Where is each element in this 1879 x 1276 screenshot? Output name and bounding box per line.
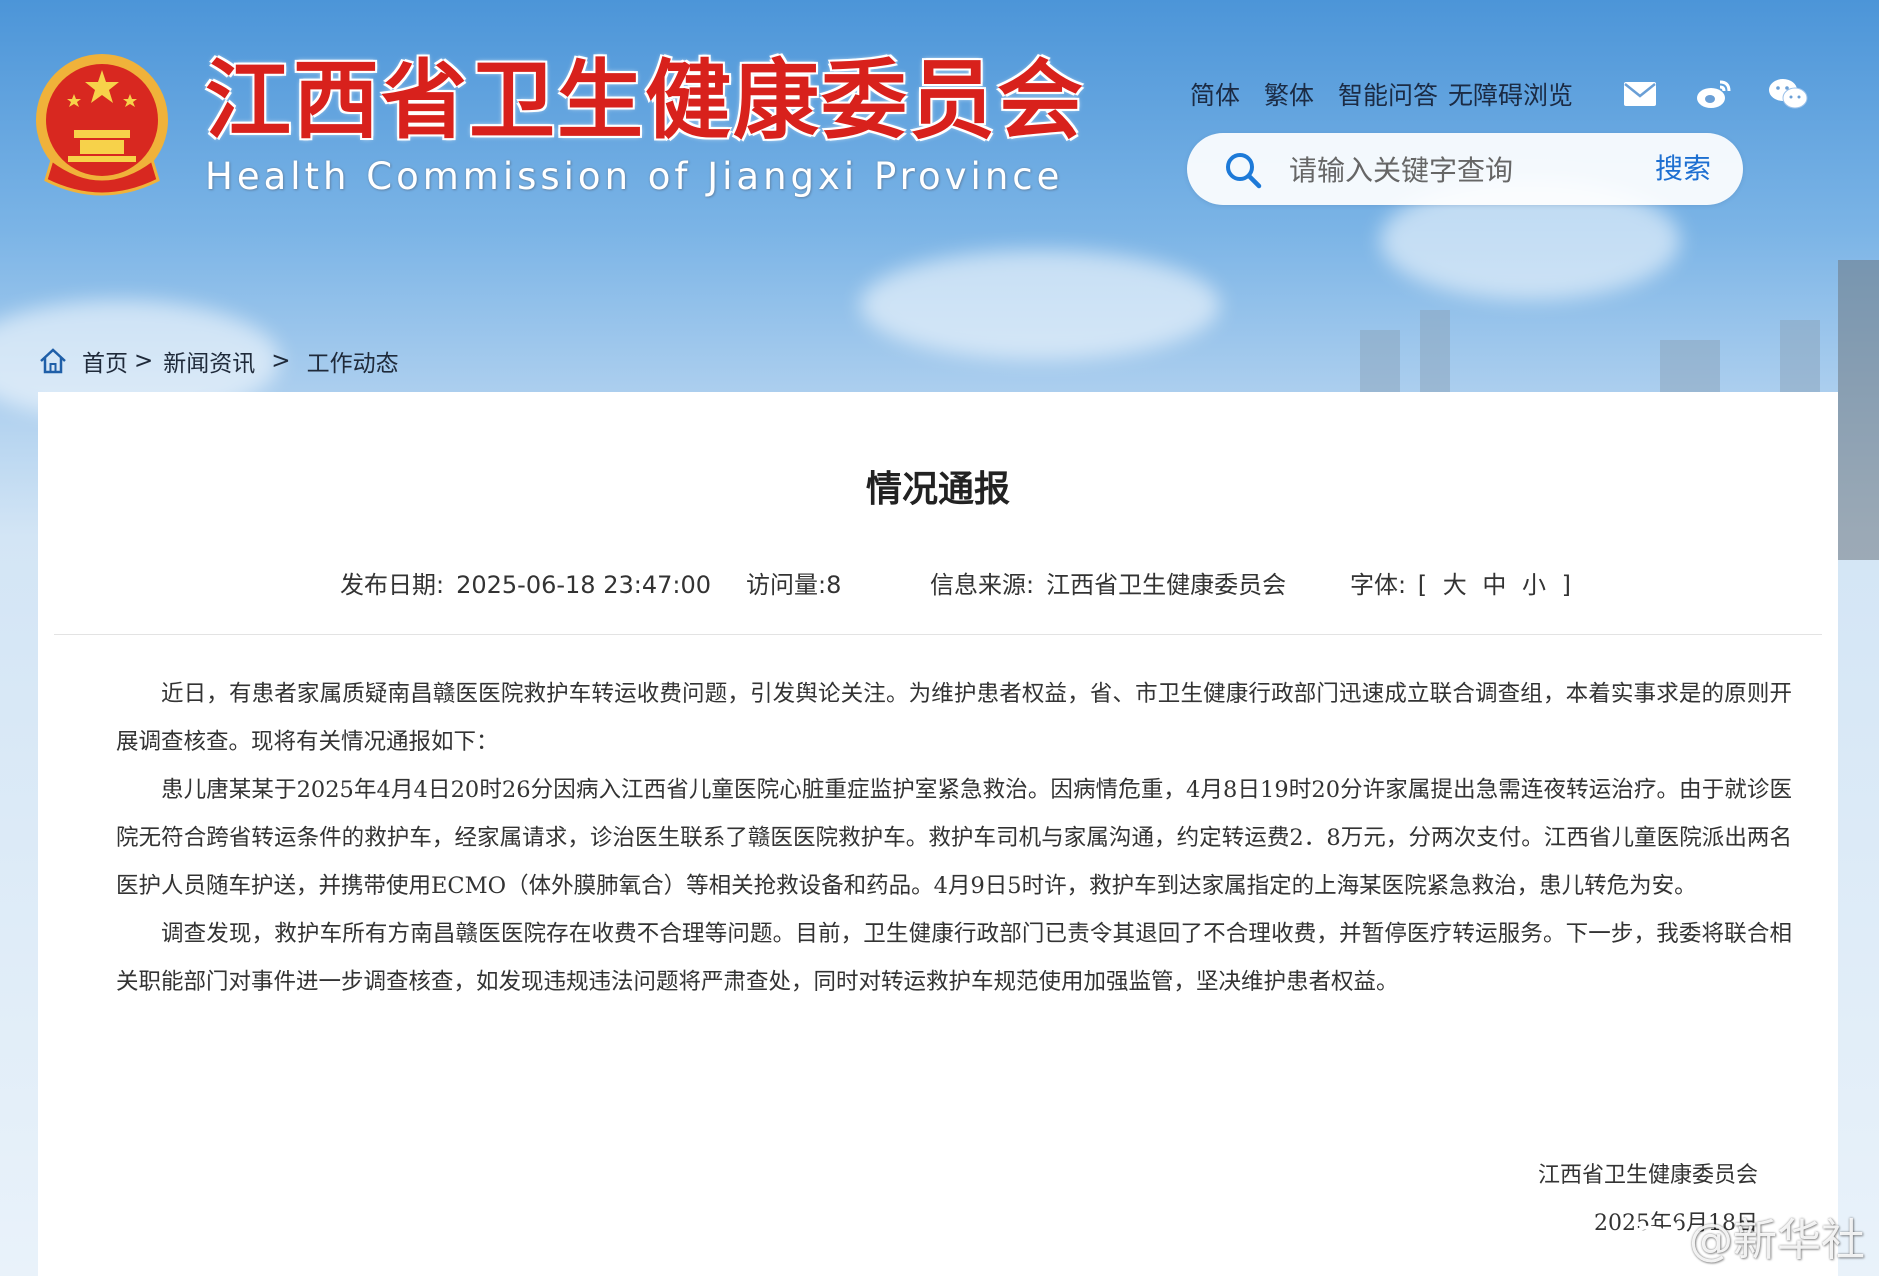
- article-panel: 情况通报 发布日期: 2025-06-18 23:47:00 访问量:8 信息来源…: [38, 392, 1838, 1276]
- info-source-label: 信息来源:: [930, 571, 1035, 599]
- info-source-value: 江西省卫生健康委员会: [1046, 571, 1287, 599]
- site-title: 江西省卫生健康委员会: [205, 50, 1085, 151]
- font-bracket-open: [: [1417, 571, 1428, 599]
- link-simplified[interactable]: 简体: [1190, 76, 1240, 112]
- mail-icon[interactable]: [1620, 74, 1660, 114]
- divider: [54, 634, 1822, 635]
- skyline-decoration: [1660, 340, 1720, 392]
- national-emblem-icon: [36, 54, 168, 196]
- font-size-label: 字体:: [1350, 571, 1407, 599]
- weibo-watermark-icon: [1627, 1216, 1678, 1258]
- publish-date-label: 发布日期:: [340, 571, 445, 599]
- skyline-decoration: [1420, 310, 1450, 392]
- watermark: @新华社: [1625, 1204, 1865, 1268]
- link-smart-qa[interactable]: 智能问答: [1338, 76, 1438, 112]
- top-links: 简体 繁体 智能问答 无障碍浏览: [1190, 76, 1573, 112]
- wechat-icon[interactable]: [1768, 74, 1808, 114]
- signature: 江西省卫生健康委员会: [1537, 1163, 1758, 1188]
- breadcrumb-work-updates: 工作动态: [306, 351, 399, 377]
- skyline-decoration: [1360, 330, 1400, 392]
- weibo-icon[interactable]: [1694, 74, 1734, 114]
- breadcrumb-separator: >: [134, 348, 154, 374]
- paragraph: 调查发现，救护车所有方南昌赣医医院存在收费不合理等问题。目前，卫生健康行政部门已…: [116, 921, 1792, 995]
- search-button[interactable]: 搜索: [1655, 147, 1711, 191]
- article-title: 情况通报: [865, 469, 1010, 510]
- article-body: 近日，有患者家属质疑南昌赣医医院救护车转运收费问题，引发舆论关注。为维护患者权益…: [116, 670, 1792, 1006]
- publish-date-value: 2025-06-18 23:47:00: [456, 571, 711, 599]
- info-source: 信息来源: 江西省卫生健康委员会: [930, 565, 1286, 600]
- pavilion-decoration: [1838, 260, 1879, 560]
- paragraph: 近日，有患者家属质疑南昌赣医医院救护车转运收费问题，引发舆论关注。为维护患者权益…: [116, 681, 1792, 755]
- visit-count: 访问量:8: [746, 571, 842, 599]
- link-accessibility[interactable]: 无障碍浏览: [1448, 76, 1573, 112]
- publish-date: 发布日期: 2025-06-18 23:47:00: [340, 565, 711, 600]
- search-icon[interactable]: [1223, 150, 1263, 190]
- font-size-selector: 字体: [ 大 中 小 ]: [1350, 565, 1575, 600]
- site-subtitle: Health Commission of Jiangxi Province: [205, 155, 1064, 198]
- search-box: 搜索: [1187, 133, 1743, 205]
- watermark-text: @新华社: [1689, 1215, 1865, 1266]
- search-input[interactable]: [1287, 147, 1621, 193]
- breadcrumb: 首页 > 新闻资讯 > 工作动态: [38, 344, 399, 378]
- font-size-medium[interactable]: 中: [1482, 571, 1506, 599]
- font-bracket-close: ]: [1561, 571, 1572, 599]
- breadcrumb-home[interactable]: 首页: [82, 344, 128, 378]
- breadcrumb-separator: >: [271, 348, 291, 374]
- link-traditional[interactable]: 繁体: [1264, 76, 1314, 112]
- font-size-large[interactable]: 大: [1443, 571, 1467, 599]
- font-size-small[interactable]: 小: [1522, 571, 1546, 599]
- skyline-decoration: [1780, 320, 1820, 392]
- home-icon[interactable]: [38, 347, 68, 375]
- breadcrumb-news[interactable]: 新闻资讯: [163, 344, 255, 378]
- cloud-decoration: [860, 250, 1220, 360]
- paragraph: 患儿唐某某于2025年4月4日20时26分因病入江西省儿童医院心脏重症监护室紧急…: [116, 777, 1792, 899]
